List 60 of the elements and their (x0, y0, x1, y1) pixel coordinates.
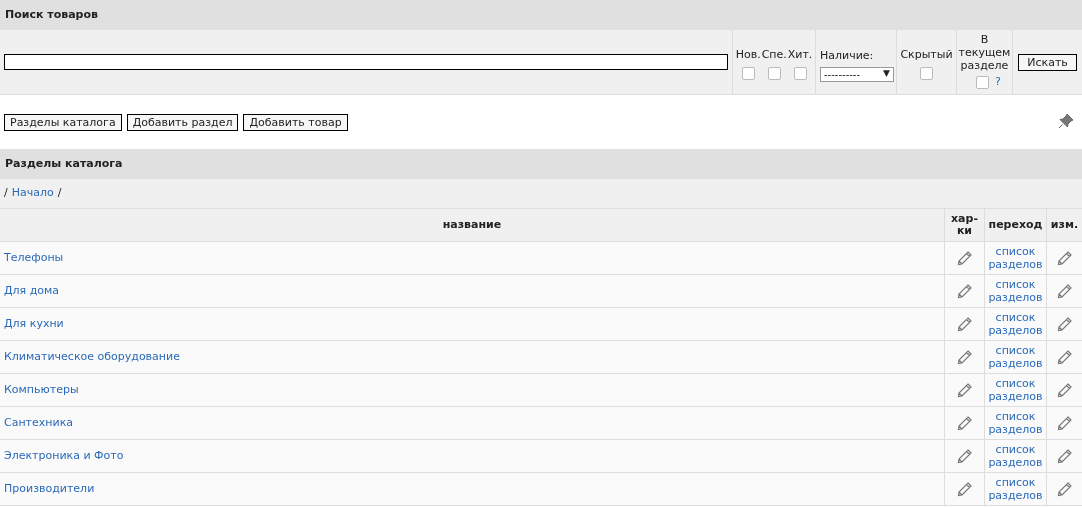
checkbox[interactable] (976, 75, 990, 89)
column-header: хар- ки (951, 213, 978, 237)
breadcrumb-separator: / (57, 185, 62, 202)
section-link[interactable]: Производители (4, 480, 95, 498)
checkbox-label: В текущем разделе (958, 33, 1011, 72)
search-field[interactable] (4, 54, 728, 70)
pencil-icon[interactable] (956, 415, 973, 431)
pencil-icon[interactable] (1056, 250, 1073, 266)
subsections-link[interactable]: список разделов (988, 245, 1043, 271)
subsections-link[interactable]: список разделов (988, 311, 1043, 337)
checkbox-label: Хит. (787, 47, 813, 63)
subsections-link[interactable]: список разделов (988, 410, 1043, 436)
subsections-link[interactable]: список разделов (988, 278, 1043, 304)
toolbar-button[interactable]: Добавить раздел (126, 113, 239, 131)
search-button[interactable]: Искать (1018, 53, 1077, 71)
subsections-link[interactable]: список разделов (988, 476, 1043, 502)
toolbar-button[interactable]: Добавить товар (243, 113, 348, 131)
pencil-icon[interactable] (956, 250, 973, 266)
pencil-icon[interactable] (1056, 448, 1073, 464)
availability-dropdown[interactable]: ---------- ▼ (820, 66, 894, 82)
column-header: изм. (1050, 219, 1079, 231)
checkbox-label: Нов. (735, 47, 761, 63)
column-header: название (442, 219, 502, 231)
subsections-link[interactable]: список разделов (988, 377, 1043, 403)
section-link[interactable]: Климатическое оборудование (4, 348, 180, 366)
breadcrumb-separator: / (4, 185, 8, 202)
help-link[interactable]: ? (995, 74, 1001, 91)
pin-icon[interactable] (1058, 113, 1074, 129)
pencil-icon[interactable] (956, 481, 973, 497)
breadcrumb-link[interactable]: Начало (11, 185, 54, 202)
checkbox[interactable] (793, 66, 807, 80)
checkbox[interactable] (920, 66, 933, 80)
pencil-icon[interactable] (1056, 481, 1073, 497)
pencil-icon[interactable] (956, 283, 973, 299)
pencil-icon[interactable] (1056, 349, 1073, 365)
section-link[interactable]: Для кухни (4, 315, 64, 333)
subsections-link[interactable]: список разделов (988, 443, 1043, 469)
section-link[interactable]: Для дома (4, 282, 60, 300)
checkbox-label: Скрытый (900, 47, 953, 63)
pencil-icon[interactable] (956, 349, 973, 365)
pencil-icon[interactable] (956, 316, 973, 332)
panel-title: Поиск товаров (0, 0, 1082, 30)
checkbox[interactable] (767, 66, 781, 80)
section-link[interactable]: Сантехника (4, 414, 74, 432)
subsections-link[interactable]: список разделов (988, 344, 1043, 370)
pencil-icon[interactable] (956, 382, 973, 398)
section-link[interactable]: Телефоны (4, 249, 64, 267)
toolbar-button[interactable]: Разделы каталога (4, 113, 122, 131)
section-title: Разделы каталога (0, 149, 1082, 179)
section-link[interactable]: Компьютеры (4, 381, 79, 399)
pencil-icon[interactable] (956, 448, 973, 464)
pencil-icon[interactable] (1056, 283, 1073, 299)
pencil-icon[interactable] (1056, 316, 1073, 332)
pencil-icon[interactable] (1056, 415, 1073, 431)
section-link[interactable]: Электроника и Фото (4, 447, 124, 465)
pencil-icon[interactable] (1056, 382, 1073, 398)
field-label: Наличие: (820, 48, 874, 64)
column-header: переход (988, 219, 1043, 231)
checkbox-label: Спе. (761, 47, 787, 63)
checkbox[interactable] (741, 66, 755, 80)
